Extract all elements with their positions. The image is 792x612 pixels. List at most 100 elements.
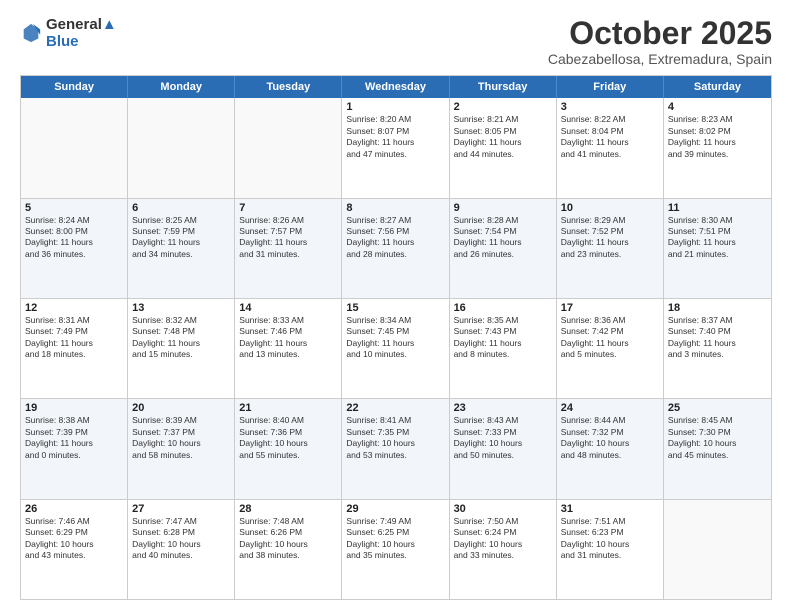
weekday-header: Saturday [664, 76, 771, 98]
cell-info: Sunrise: 8:25 AM Sunset: 7:59 PM Dayligh… [132, 215, 230, 261]
cell-info: Sunrise: 8:20 AM Sunset: 8:07 PM Dayligh… [346, 114, 444, 160]
day-number: 24 [561, 402, 659, 414]
cell-info: Sunrise: 7:47 AM Sunset: 6:28 PM Dayligh… [132, 516, 230, 562]
cell-info: Sunrise: 8:35 AM Sunset: 7:43 PM Dayligh… [454, 315, 552, 361]
cell-info: Sunrise: 8:43 AM Sunset: 7:33 PM Dayligh… [454, 415, 552, 461]
day-number: 10 [561, 202, 659, 214]
calendar-cell: 26Sunrise: 7:46 AM Sunset: 6:29 PM Dayli… [21, 500, 128, 599]
calendar-cell: 8Sunrise: 8:27 AM Sunset: 7:56 PM Daylig… [342, 199, 449, 298]
calendar-cell: 5Sunrise: 8:24 AM Sunset: 8:00 PM Daylig… [21, 199, 128, 298]
cell-info: Sunrise: 7:48 AM Sunset: 6:26 PM Dayligh… [239, 516, 337, 562]
cell-info: Sunrise: 8:24 AM Sunset: 8:00 PM Dayligh… [25, 215, 123, 261]
calendar-cell: 17Sunrise: 8:36 AM Sunset: 7:42 PM Dayli… [557, 299, 664, 398]
calendar-cell: 6Sunrise: 8:25 AM Sunset: 7:59 PM Daylig… [128, 199, 235, 298]
calendar-cell [128, 98, 235, 197]
calendar-cell: 12Sunrise: 8:31 AM Sunset: 7:49 PM Dayli… [21, 299, 128, 398]
calendar-cell: 22Sunrise: 8:41 AM Sunset: 7:35 PM Dayli… [342, 399, 449, 498]
calendar-row: 1Sunrise: 8:20 AM Sunset: 8:07 PM Daylig… [21, 98, 771, 198]
cell-info: Sunrise: 8:38 AM Sunset: 7:39 PM Dayligh… [25, 415, 123, 461]
header: General▲ Blue October 2025 Cabezabellosa… [20, 16, 772, 67]
calendar-cell: 18Sunrise: 8:37 AM Sunset: 7:40 PM Dayli… [664, 299, 771, 398]
cell-info: Sunrise: 8:45 AM Sunset: 7:30 PM Dayligh… [668, 415, 767, 461]
day-number: 27 [132, 503, 230, 515]
cell-info: Sunrise: 8:40 AM Sunset: 7:36 PM Dayligh… [239, 415, 337, 461]
location-subtitle: Cabezabellosa, Extremadura, Spain [548, 51, 772, 67]
calendar-cell: 23Sunrise: 8:43 AM Sunset: 7:33 PM Dayli… [450, 399, 557, 498]
cell-info: Sunrise: 8:31 AM Sunset: 7:49 PM Dayligh… [25, 315, 123, 361]
calendar-row: 12Sunrise: 8:31 AM Sunset: 7:49 PM Dayli… [21, 299, 771, 399]
weekday-header: Tuesday [235, 76, 342, 98]
calendar-cell: 4Sunrise: 8:23 AM Sunset: 8:02 PM Daylig… [664, 98, 771, 197]
calendar-cell: 25Sunrise: 8:45 AM Sunset: 7:30 PM Dayli… [664, 399, 771, 498]
cell-info: Sunrise: 8:27 AM Sunset: 7:56 PM Dayligh… [346, 215, 444, 261]
weekday-header: Sunday [21, 76, 128, 98]
day-number: 7 [239, 202, 337, 214]
calendar-cell: 11Sunrise: 8:30 AM Sunset: 7:51 PM Dayli… [664, 199, 771, 298]
cell-info: Sunrise: 8:21 AM Sunset: 8:05 PM Dayligh… [454, 114, 552, 160]
cell-info: Sunrise: 7:49 AM Sunset: 6:25 PM Dayligh… [346, 516, 444, 562]
day-number: 14 [239, 302, 337, 314]
calendar-cell: 24Sunrise: 8:44 AM Sunset: 7:32 PM Dayli… [557, 399, 664, 498]
calendar-cell: 1Sunrise: 8:20 AM Sunset: 8:07 PM Daylig… [342, 98, 449, 197]
day-number: 21 [239, 402, 337, 414]
cell-info: Sunrise: 7:50 AM Sunset: 6:24 PM Dayligh… [454, 516, 552, 562]
calendar-body: 1Sunrise: 8:20 AM Sunset: 8:07 PM Daylig… [21, 98, 771, 599]
day-number: 18 [668, 302, 767, 314]
day-number: 22 [346, 402, 444, 414]
day-number: 31 [561, 503, 659, 515]
logo-icon [20, 22, 42, 44]
cell-info: Sunrise: 8:32 AM Sunset: 7:48 PM Dayligh… [132, 315, 230, 361]
calendar-cell: 10Sunrise: 8:29 AM Sunset: 7:52 PM Dayli… [557, 199, 664, 298]
weekday-header: Wednesday [342, 76, 449, 98]
weekday-header: Thursday [450, 76, 557, 98]
day-number: 15 [346, 302, 444, 314]
logo: General▲ Blue [20, 16, 117, 51]
day-number: 30 [454, 503, 552, 515]
day-number: 5 [25, 202, 123, 214]
day-number: 17 [561, 302, 659, 314]
cell-info: Sunrise: 8:33 AM Sunset: 7:46 PM Dayligh… [239, 315, 337, 361]
calendar-cell: 2Sunrise: 8:21 AM Sunset: 8:05 PM Daylig… [450, 98, 557, 197]
day-number: 19 [25, 402, 123, 414]
calendar-cell [235, 98, 342, 197]
day-number: 9 [454, 202, 552, 214]
month-title: October 2025 [548, 16, 772, 51]
cell-info: Sunrise: 8:22 AM Sunset: 8:04 PM Dayligh… [561, 114, 659, 160]
cell-info: Sunrise: 7:51 AM Sunset: 6:23 PM Dayligh… [561, 516, 659, 562]
calendar-cell: 14Sunrise: 8:33 AM Sunset: 7:46 PM Dayli… [235, 299, 342, 398]
calendar-cell: 3Sunrise: 8:22 AM Sunset: 8:04 PM Daylig… [557, 98, 664, 197]
calendar-cell: 21Sunrise: 8:40 AM Sunset: 7:36 PM Dayli… [235, 399, 342, 498]
calendar-cell: 7Sunrise: 8:26 AM Sunset: 7:57 PM Daylig… [235, 199, 342, 298]
calendar-cell: 29Sunrise: 7:49 AM Sunset: 6:25 PM Dayli… [342, 500, 449, 599]
day-number: 16 [454, 302, 552, 314]
day-number: 29 [346, 503, 444, 515]
calendar-cell: 31Sunrise: 7:51 AM Sunset: 6:23 PM Dayli… [557, 500, 664, 599]
day-number: 20 [132, 402, 230, 414]
calendar-cell: 9Sunrise: 8:28 AM Sunset: 7:54 PM Daylig… [450, 199, 557, 298]
cell-info: Sunrise: 8:36 AM Sunset: 7:42 PM Dayligh… [561, 315, 659, 361]
calendar-cell: 20Sunrise: 8:39 AM Sunset: 7:37 PM Dayli… [128, 399, 235, 498]
day-number: 4 [668, 101, 767, 113]
title-block: October 2025 Cabezabellosa, Extremadura,… [548, 16, 772, 67]
weekday-header: Friday [557, 76, 664, 98]
cell-info: Sunrise: 7:46 AM Sunset: 6:29 PM Dayligh… [25, 516, 123, 562]
calendar-row: 5Sunrise: 8:24 AM Sunset: 8:00 PM Daylig… [21, 199, 771, 299]
day-number: 13 [132, 302, 230, 314]
cell-info: Sunrise: 8:37 AM Sunset: 7:40 PM Dayligh… [668, 315, 767, 361]
day-number: 2 [454, 101, 552, 113]
day-number: 8 [346, 202, 444, 214]
calendar-cell: 16Sunrise: 8:35 AM Sunset: 7:43 PM Dayli… [450, 299, 557, 398]
day-number: 3 [561, 101, 659, 113]
logo-text: General▲ Blue [46, 16, 117, 51]
cell-info: Sunrise: 8:23 AM Sunset: 8:02 PM Dayligh… [668, 114, 767, 160]
cell-info: Sunrise: 8:34 AM Sunset: 7:45 PM Dayligh… [346, 315, 444, 361]
calendar-row: 19Sunrise: 8:38 AM Sunset: 7:39 PM Dayli… [21, 399, 771, 499]
day-number: 28 [239, 503, 337, 515]
cell-info: Sunrise: 8:39 AM Sunset: 7:37 PM Dayligh… [132, 415, 230, 461]
calendar-cell: 28Sunrise: 7:48 AM Sunset: 6:26 PM Dayli… [235, 500, 342, 599]
cell-info: Sunrise: 8:28 AM Sunset: 7:54 PM Dayligh… [454, 215, 552, 261]
calendar-cell: 13Sunrise: 8:32 AM Sunset: 7:48 PM Dayli… [128, 299, 235, 398]
calendar: SundayMondayTuesdayWednesdayThursdayFrid… [20, 75, 772, 600]
day-number: 6 [132, 202, 230, 214]
day-number: 25 [668, 402, 767, 414]
